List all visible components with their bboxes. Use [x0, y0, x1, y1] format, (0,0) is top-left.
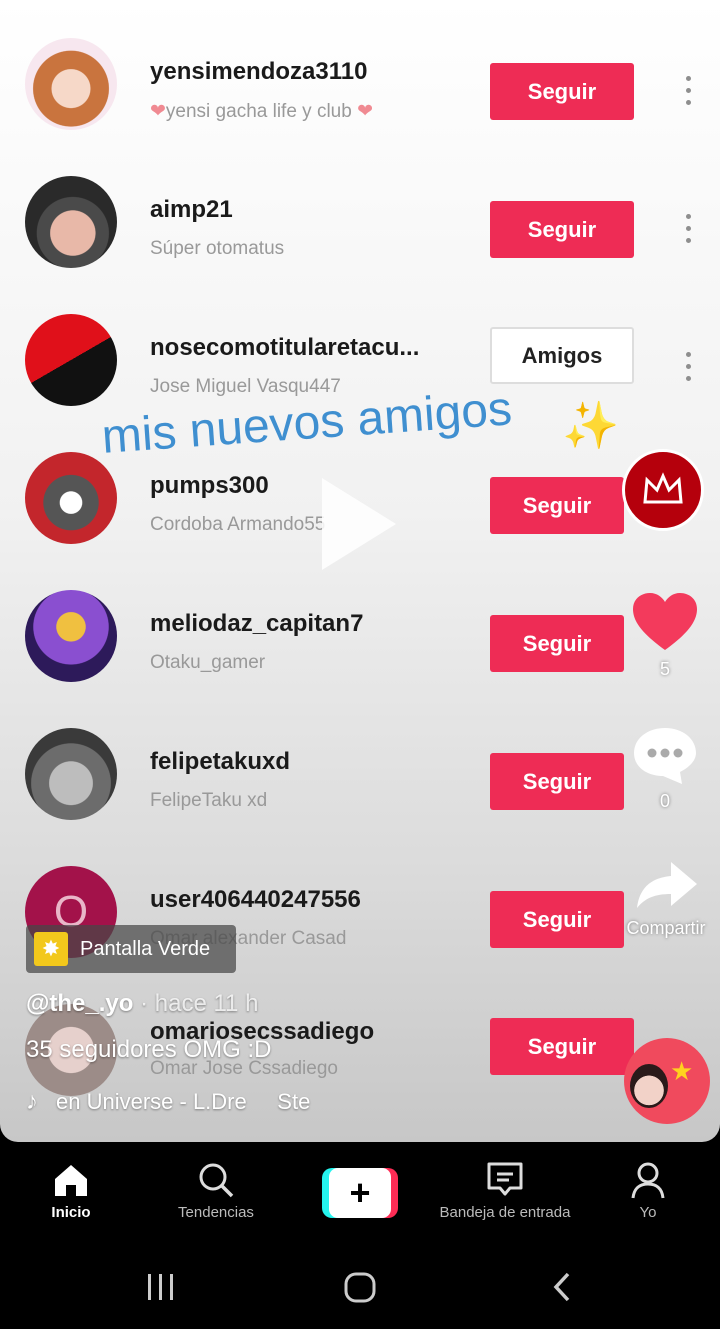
back-icon[interactable] [550, 1271, 576, 1303]
avatar[interactable] [25, 728, 117, 820]
username[interactable]: pumps300 [150, 472, 269, 500]
avatar[interactable] [25, 38, 117, 130]
username[interactable]: aimp21 [150, 196, 233, 224]
more-options-icon[interactable] [680, 352, 696, 386]
avatar[interactable] [25, 176, 117, 268]
sparkle-icon: ✨ [562, 399, 620, 451]
avatar[interactable] [25, 314, 117, 406]
nav-home[interactable]: Inicio [40, 1160, 102, 1221]
home-system-icon[interactable] [342, 1271, 378, 1305]
user-subtitle: ❤yensi gacha life y club ❤ [150, 101, 374, 122]
heart-icon: ❤ [150, 101, 166, 122]
user-subtitle: Otaku_gamer [150, 652, 266, 673]
follow-button[interactable]: Seguir [490, 615, 624, 672]
user-subtitle: Súper otomatus [150, 238, 285, 259]
username[interactable]: yensimendoza3110 [150, 58, 367, 86]
share-button[interactable]: Compartir [626, 858, 706, 939]
home-icon [55, 1165, 87, 1196]
search-icon [199, 1163, 234, 1198]
author-line: @the_.yo · hace 11 h [26, 990, 258, 1018]
avatar[interactable] [25, 590, 117, 682]
follow-button[interactable]: Seguir [490, 753, 624, 810]
comment-button[interactable]: 0 [630, 724, 700, 812]
nav-profile[interactable]: Yo [626, 1160, 670, 1221]
creator-avatar[interactable] [622, 449, 704, 531]
more-options-icon[interactable] [680, 76, 696, 110]
share-icon [637, 862, 697, 908]
list-item: aimp21 Súper otomatus Seguir [0, 150, 720, 288]
author-name[interactable]: @the_.yo [26, 990, 133, 1017]
bottom-nav: Inicio Tendencias + Bandeja de entrada Y… [0, 1142, 720, 1252]
system-nav-bar [0, 1252, 720, 1329]
share-label: Compartir [626, 918, 706, 938]
username[interactable]: felipetakuxd [150, 748, 290, 776]
list-item: meliodaz_capitan7 Otaku_gamer Seguir [0, 564, 720, 702]
inbox-icon [487, 1162, 523, 1196]
username[interactable]: nosecomotitularetacu... [150, 334, 419, 362]
video-player[interactable]: yensimendoza3110 ❤yensi gacha life y clu… [0, 0, 720, 1142]
effect-tag[interactable]: ✸ Pantalla Verde [26, 925, 236, 973]
recent-apps-icon[interactable] [145, 1272, 177, 1302]
nav-profile-label: Yo [639, 1204, 657, 1221]
play-icon[interactable] [322, 478, 396, 570]
nav-discover-label: Tendencias [178, 1204, 254, 1221]
music-line[interactable]: ♪ en Universe - L.Dre Ste [26, 1088, 310, 1116]
create-button[interactable]: + [322, 1168, 398, 1218]
user-subtitle: FelipeTaku xd [150, 790, 268, 811]
list-item: yensimendoza3110 ❤yensi gacha life y clu… [0, 12, 720, 150]
username[interactable]: meliodaz_capitan7 [150, 610, 363, 638]
friends-button[interactable]: Amigos [490, 327, 634, 384]
plus-icon: + [329, 1168, 391, 1218]
profile-icon [631, 1162, 665, 1199]
star-icon: ★ [670, 1056, 694, 1086]
follow-button[interactable]: Seguir [490, 63, 634, 120]
nav-inbox-label: Bandeja de entrada [439, 1204, 571, 1221]
follow-button[interactable]: Seguir [490, 201, 634, 258]
follow-button[interactable]: Seguir [490, 891, 624, 948]
follow-button[interactable]: Seguir [490, 477, 624, 534]
music-disc[interactable]: ★ [624, 1038, 710, 1124]
post-time: · hace 11 h [140, 990, 259, 1017]
heart-icon [633, 593, 697, 650]
avatar[interactable] [25, 452, 117, 544]
comment-count: 0 [659, 791, 670, 811]
like-count: 5 [659, 659, 670, 679]
disc-avatar [630, 1064, 668, 1108]
music-title: en Universe - L.Dre Ste [56, 1089, 311, 1114]
like-button[interactable]: 5 [630, 590, 700, 680]
username[interactable]: user406440247556 [150, 886, 361, 914]
effect-label: Pantalla Verde [80, 937, 211, 960]
more-options-icon[interactable] [680, 214, 696, 248]
list-item: felipetakuxd FelipeTaku xd Seguir [0, 702, 720, 840]
music-note-icon: ♪ [26, 1088, 38, 1115]
nav-discover[interactable]: Tendencias [166, 1160, 266, 1221]
video-description: 35 seguidores OMG :D [26, 1036, 272, 1063]
user-subtitle: Cordoba Armando55 [150, 514, 326, 535]
comment-icon [634, 728, 696, 784]
heart-icon: ❤ [357, 101, 374, 122]
effect-icon: ✸ [34, 932, 68, 966]
crown-icon [643, 472, 683, 504]
follow-button[interactable]: Seguir [490, 1018, 634, 1075]
nav-home-label: Inicio [51, 1204, 91, 1221]
nav-inbox[interactable]: Bandeja de entrada [436, 1160, 574, 1221]
